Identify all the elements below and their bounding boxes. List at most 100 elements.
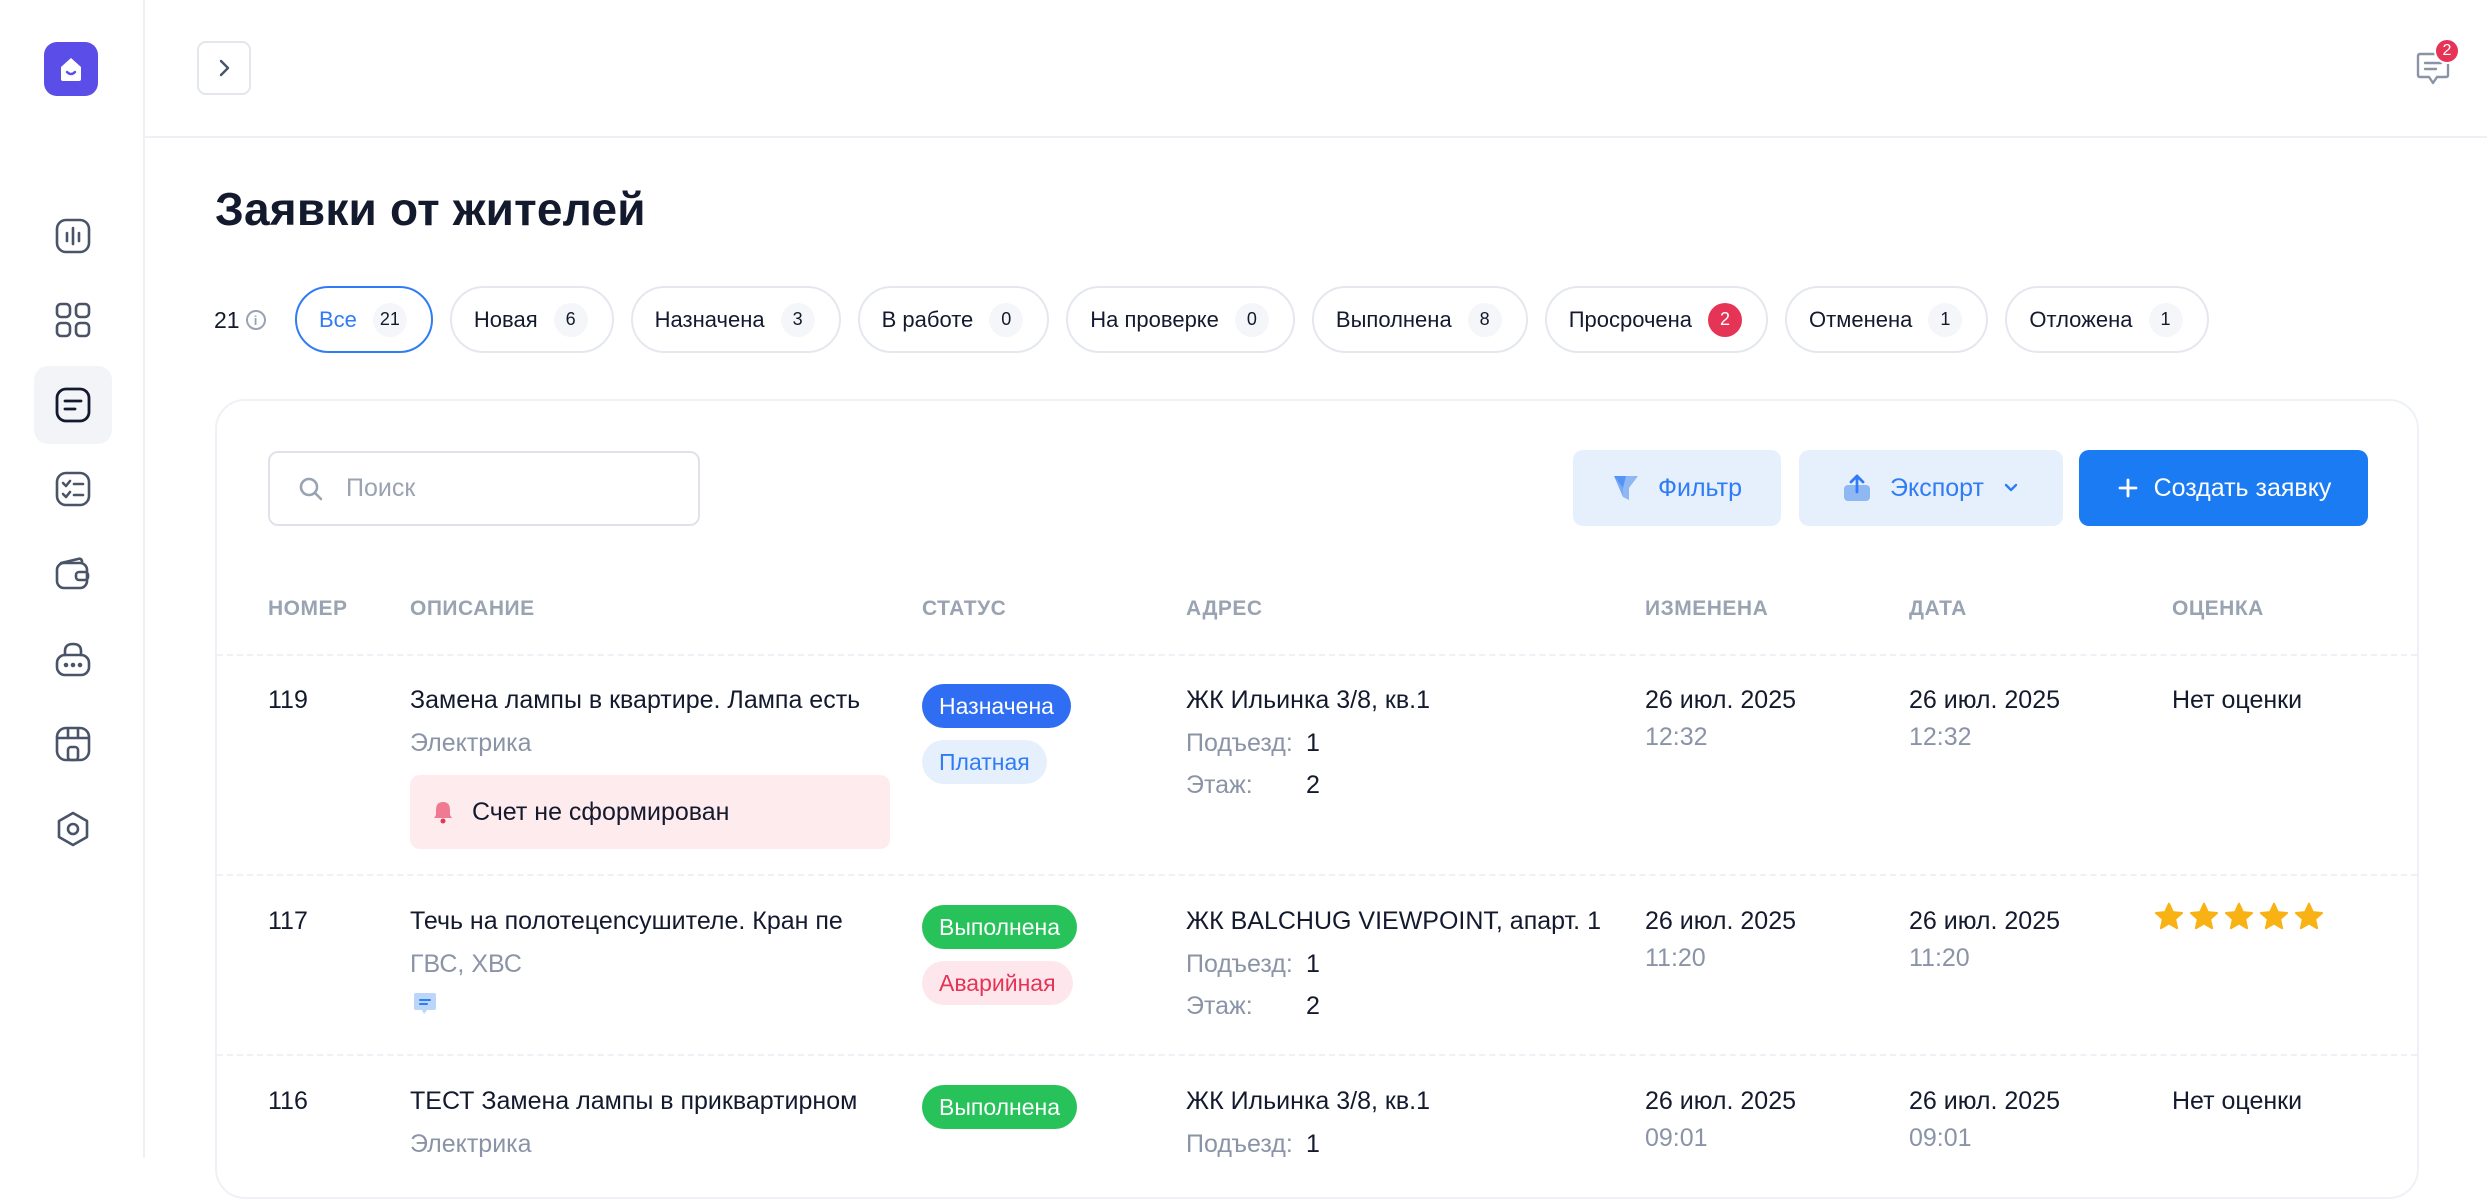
top-bar: 2 П [145,0,2487,138]
invoice-warning-text: Счет не сформирован [472,797,730,826]
floor-info: Этаж: 2 [1186,771,1320,800]
sidebar-item-shop[interactable] [34,705,112,783]
filter-button-label: Фильтр [1658,473,1742,502]
messages-button[interactable]: 2 [2403,38,2463,98]
search-icon [299,477,323,500]
total-count: 21 i [214,300,266,340]
page-title: Заявки от жителей [215,183,646,235]
tab-in-progress[interactable]: В работе 0 [857,286,1050,353]
tab-count: 21 [372,302,407,337]
tab-completed[interactable]: Выполнена 8 [1311,286,1528,353]
sidebar-item-analytics[interactable] [34,197,112,275]
type-badge: Платная [922,740,1047,784]
column-header-address[interactable]: АДРЕС [1186,597,1263,621]
request-number: 116 [268,1087,308,1115]
request-category: ГВС, ХВС [410,950,522,978]
tab-label: Выполнена [1335,306,1452,332]
changed-date: 26 июл. 2025 [1645,686,1797,714]
changed-time: 09:01 [1645,1124,1708,1152]
sidebar-item-settings[interactable] [34,790,112,868]
app-logo[interactable] [44,42,98,96]
search-input[interactable]: Поиск [268,451,700,526]
entrance-value: 1 [1306,1130,1320,1158]
floor-label: Этаж: [1186,992,1253,1020]
chevron-right-icon [219,59,230,77]
status-tabs: Все 21 Новая 6 Назначена 3 В работе 0 На про… [295,286,2209,353]
status-badge: Выполнена [922,1085,1078,1129]
tab-all[interactable]: Все 21 [295,286,433,353]
floor-info: Этаж: 2 [1186,992,1320,1021]
tab-label: Все [319,306,357,332]
tab-in-review[interactable]: На проверке 0 [1066,286,1295,353]
column-header-rating[interactable]: ОЦЕНКА [2172,597,2264,621]
tab-label: Просрочена [1568,306,1693,332]
entrance-label: Подъезд: [1186,950,1293,978]
tab-label: Отложена [2029,306,2133,332]
sidebar-item-access[interactable] [34,620,112,698]
star-icon [2154,902,2184,930]
request-address: ЖК Ильинка 3/8, кв.1 [1186,1087,1430,1115]
sidebar-item-requests[interactable] [34,366,112,444]
floor-value: 2 [1306,992,1320,1020]
tab-label: Назначена [654,306,765,332]
request-description: Течь на полотецеnсушителе. Кран пе [410,907,843,935]
column-header-number[interactable]: НОМЕР [268,597,348,621]
entrance-value: 1 [1306,729,1320,757]
request-category: Электрика [410,1130,532,1158]
sidebar-item-tasks[interactable] [34,450,112,528]
requests-card: Поиск Фильтр Экспорт Создать заявку НОМЕ… [215,399,2419,1199]
expand-sidebar-button[interactable] [197,41,251,95]
tab-overdue[interactable]: Просрочена 2 [1544,286,1769,353]
changed-date: 26 июл. 2025 [1645,1087,1797,1115]
create-request-button[interactable]: Создать заявку [2079,450,2368,526]
star-icon [2259,902,2289,930]
info-icon[interactable]: i [245,310,266,330]
column-header-changed[interactable]: ИЗМЕНЕНА [1645,597,1768,621]
tab-count: 1 [1928,302,1963,337]
tab-count: 1 [2148,302,2183,337]
request-address: ЖК BALCHUG VIEWPOINT, апарт. 1 [1186,907,1601,935]
tab-assigned[interactable]: Назначена 3 [630,286,841,353]
tab-cancelled[interactable]: Отменена 1 [1785,286,1989,353]
upload-icon [1844,474,1871,501]
column-header-status[interactable]: СТАТУС [922,597,1006,621]
total-count-value: 21 [214,306,240,333]
request-number: 117 [268,907,308,935]
tab-count: 0 [989,302,1024,337]
settings-icon [57,811,89,847]
tab-count: 0 [1234,302,1269,337]
star-icon [2224,902,2254,930]
wallet-icon [55,557,90,590]
tab-label: В работе [881,306,974,332]
messages-count-badge: 2 [2434,38,2460,64]
star-icon [2294,902,2324,930]
analytics-icon [55,218,91,254]
tab-postponed[interactable]: Отложена 1 [2005,286,2209,353]
status-badge: Выполнена [922,905,1078,949]
changed-time: 11:20 [1645,944,1706,972]
column-header-description[interactable]: ОПИСАНИЕ [410,597,535,621]
tab-new[interactable]: Новая 6 [449,286,614,353]
plus-icon [2118,478,2137,498]
created-date: 26 июл. 2025 [1909,1087,2061,1115]
sidebar-item-payments[interactable] [34,535,112,613]
entrance-label: Подъезд: [1186,1130,1293,1158]
row-divider [217,874,2417,876]
entrance-label: Подъезд: [1186,729,1293,757]
sidebar-item-dashboard[interactable] [34,281,112,359]
filter-icon [1614,476,1638,500]
floor-label: Этаж: [1186,771,1253,799]
filter-button[interactable]: Фильтр [1573,450,1781,526]
created-time: 11:20 [1909,944,1970,972]
sidebar [0,0,145,1158]
tab-label: Новая [473,306,538,332]
tab-label: На проверке [1090,306,1219,332]
column-header-date[interactable]: ДАТА [1909,597,1967,621]
rating-stars [2153,901,2325,933]
request-number: 119 [268,686,308,714]
chevron-down-icon [2004,483,2018,492]
export-button-label: Экспорт [1890,473,1984,502]
request-description: Замена лампы в квартире. Лампа есть [410,686,861,714]
export-button[interactable]: Экспорт [1799,450,2063,526]
created-time: 12:32 [1909,723,1972,751]
